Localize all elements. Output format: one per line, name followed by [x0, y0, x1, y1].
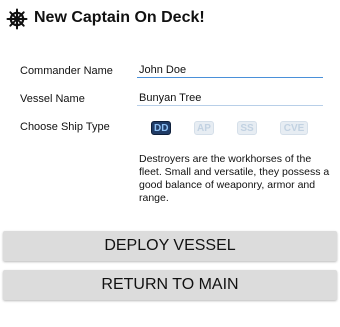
- vessel-name-label: Vessel Name: [20, 93, 85, 105]
- ship-type-dd[interactable]: DD: [151, 121, 171, 135]
- ship-type-cve[interactable]: CVE: [280, 121, 308, 135]
- page-title: New Captain On Deck!: [34, 9, 205, 26]
- commander-name-field[interactable]: [137, 62, 323, 78]
- commander-name-label: Commander Name: [20, 65, 113, 77]
- vessel-name-field[interactable]: [137, 90, 323, 106]
- ships-wheel-icon: [6, 8, 28, 30]
- return-to-main-button[interactable]: RETURN TO MAIN: [3, 270, 337, 300]
- ship-type-ap[interactable]: AP: [194, 121, 214, 135]
- ship-description: Destroyers are the workhorses of the fle…: [139, 153, 330, 204]
- app-bar: New Captain On Deck!: [0, 0, 340, 40]
- ship-type-label: Choose Ship Type: [20, 121, 110, 133]
- deploy-vessel-button[interactable]: DEPLOY VESSEL: [3, 231, 337, 261]
- ship-type-ss[interactable]: SS: [237, 121, 257, 135]
